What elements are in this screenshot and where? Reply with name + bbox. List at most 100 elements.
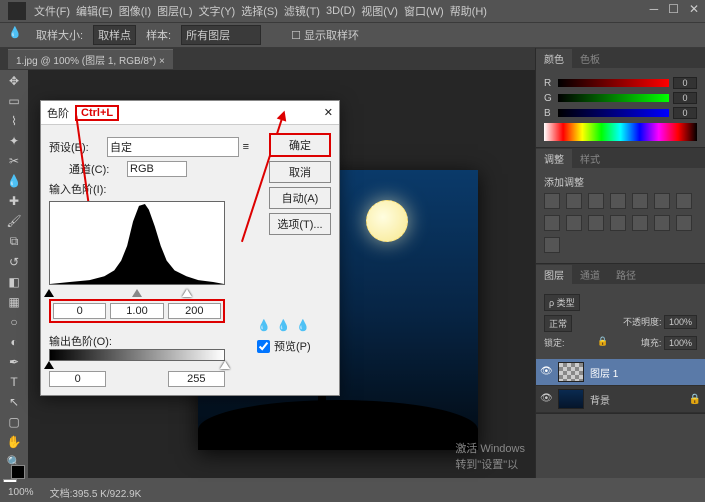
menu-view[interactable]: 视图(V) <box>361 3 398 19</box>
blur-tool-icon[interactable]: ○ <box>4 315 24 329</box>
window-close-icon[interactable]: ✕ <box>689 2 699 16</box>
layer-name[interactable]: 背景 <box>590 392 610 407</box>
adj-photo-filter-icon[interactable] <box>544 215 560 231</box>
sample-size-dropdown[interactable]: 取样点 <box>93 25 136 45</box>
menu-help[interactable]: 帮助(H) <box>450 3 487 19</box>
preset-menu-icon[interactable]: ≡ <box>243 141 249 153</box>
b-slider[interactable] <box>558 109 669 117</box>
b-value[interactable]: 0 <box>673 107 697 119</box>
menu-image[interactable]: 图像(I) <box>119 3 151 19</box>
adj-hue-icon[interactable] <box>654 193 670 209</box>
adj-selective-icon[interactable] <box>676 215 692 231</box>
sample-layers-dropdown[interactable]: 所有图层 <box>181 25 261 45</box>
menu-window[interactable]: 窗口(W) <box>404 3 444 19</box>
eyedropper-tool-icon[interactable]: 💧 <box>4 174 24 188</box>
move-tool-icon[interactable]: ✥ <box>4 74 24 88</box>
adj-channel-mixer-icon[interactable] <box>566 215 582 231</box>
cancel-button[interactable]: 取消 <box>269 161 331 183</box>
layer-row[interactable]: 👁 背景 🔒 <box>536 386 705 413</box>
tab-channels[interactable]: 通道 <box>572 265 608 284</box>
g-slider[interactable] <box>558 94 669 102</box>
tab-layers[interactable]: 图层 <box>536 265 572 284</box>
gamma-input[interactable]: 1.00 <box>110 303 163 319</box>
adj-exposure-icon[interactable] <box>610 193 626 209</box>
output-white-slider[interactable] <box>220 361 230 369</box>
document-tab[interactable]: 1.jpg @ 100% (图层 1, RGB/8*) × <box>8 49 173 69</box>
tab-adjustments[interactable]: 调整 <box>536 149 572 168</box>
gradient-tool-icon[interactable]: ▦ <box>4 295 24 309</box>
dodge-tool-icon[interactable]: ◐ <box>4 335 24 349</box>
hand-tool-icon[interactable]: ✋ <box>4 435 24 449</box>
show-ring-checkbox[interactable]: 显示取样环 <box>304 30 359 42</box>
type-tool-icon[interactable]: T <box>4 375 24 389</box>
tab-paths[interactable]: 路径 <box>608 265 644 284</box>
adj-vibrance-icon[interactable] <box>632 193 648 209</box>
color-spectrum[interactable] <box>544 123 697 141</box>
lasso-tool-icon[interactable]: ⌇ <box>4 114 24 128</box>
adj-lut-icon[interactable] <box>588 215 604 231</box>
shape-tool-icon[interactable]: ▢ <box>4 415 24 429</box>
white-eyedropper-icon[interactable]: 💧 <box>296 319 310 332</box>
input-slider-track[interactable] <box>49 289 225 299</box>
stamp-tool-icon[interactable]: ⧉ <box>4 234 24 249</box>
menu-edit[interactable]: 编辑(E) <box>76 3 113 19</box>
output-black-input[interactable]: 0 <box>49 371 106 387</box>
adj-levels-icon[interactable] <box>566 193 582 209</box>
fill-value[interactable]: 100% <box>664 336 697 350</box>
crop-tool-icon[interactable]: ✂ <box>4 154 24 168</box>
ok-button[interactable]: 确定 <box>269 133 331 157</box>
black-eyedropper-icon[interactable]: 💧 <box>257 319 271 332</box>
output-slider-track[interactable] <box>49 361 225 371</box>
adj-invert-icon[interactable] <box>610 215 626 231</box>
white-point-input[interactable]: 200 <box>168 303 221 319</box>
gray-eyedropper-icon[interactable]: 💧 <box>277 319 291 332</box>
window-restore-icon[interactable]: ☐ <box>668 2 679 16</box>
pen-tool-icon[interactable]: ✒ <box>4 355 24 369</box>
g-value[interactable]: 0 <box>673 92 697 104</box>
wand-tool-icon[interactable]: ✦ <box>4 134 24 148</box>
layer-thumbnail[interactable] <box>558 389 584 409</box>
output-gradient[interactable] <box>49 349 225 361</box>
adj-curves-icon[interactable] <box>588 193 604 209</box>
preset-dropdown[interactable]: 自定 <box>107 137 239 157</box>
layer-row[interactable]: 👁 图层 1 <box>536 359 705 386</box>
menu-filter[interactable]: 滤镜(T) <box>284 3 320 19</box>
visibility-icon[interactable]: 👁 <box>540 393 552 405</box>
tab-swatches[interactable]: 色板 <box>572 49 608 68</box>
dialog-close-icon[interactable]: ✕ <box>324 106 333 119</box>
marquee-tool-icon[interactable]: ▭ <box>4 94 24 108</box>
black-point-slider[interactable] <box>44 289 54 297</box>
eraser-tool-icon[interactable]: ◧ <box>4 275 24 289</box>
menu-type[interactable]: 文字(Y) <box>199 3 236 19</box>
blend-mode-dropdown[interactable]: 正常 <box>544 315 572 332</box>
adj-gradient-map-icon[interactable] <box>544 237 560 253</box>
history-brush-tool-icon[interactable]: ↺ <box>4 255 24 269</box>
visibility-icon[interactable]: 👁 <box>540 366 552 378</box>
channel-dropdown[interactable]: RGB <box>127 161 187 177</box>
tab-color[interactable]: 颜色 <box>536 49 572 68</box>
adj-bw-icon[interactable] <box>676 193 692 209</box>
layer-thumbnail[interactable] <box>558 362 584 382</box>
preview-checkbox[interactable] <box>257 340 270 353</box>
adj-threshold-icon[interactable] <box>654 215 670 231</box>
zoom-level[interactable]: 100% <box>8 487 34 498</box>
auto-button[interactable]: 自动(A) <box>269 187 331 209</box>
layer-filter-dropdown[interactable]: ρ 类型 <box>544 294 580 311</box>
options-button[interactable]: 选项(T)... <box>269 213 331 235</box>
heal-tool-icon[interactable]: ✚ <box>4 194 24 208</box>
layer-name[interactable]: 图层 1 <box>590 365 618 380</box>
menu-select[interactable]: 选择(S) <box>241 3 278 19</box>
adj-brightness-icon[interactable] <box>544 193 560 209</box>
brush-tool-icon[interactable]: 🖌 <box>4 214 24 228</box>
menu-file[interactable]: 文件(F) <box>34 3 70 19</box>
tab-styles[interactable]: 样式 <box>572 149 608 168</box>
doc-info[interactable]: 文档:395.5 K/922.9K <box>50 485 142 500</box>
opacity-value[interactable]: 100% <box>664 315 697 329</box>
path-tool-icon[interactable]: ↖ <box>4 395 24 409</box>
white-point-slider[interactable] <box>182 289 192 297</box>
eyedropper-icon[interactable]: 💧 <box>8 26 26 44</box>
midtone-slider[interactable] <box>132 289 142 297</box>
menu-layer[interactable]: 图层(L) <box>157 3 192 19</box>
output-black-slider[interactable] <box>44 361 54 369</box>
dialog-titlebar[interactable]: 色阶 Ctrl+L ✕ <box>41 101 339 125</box>
